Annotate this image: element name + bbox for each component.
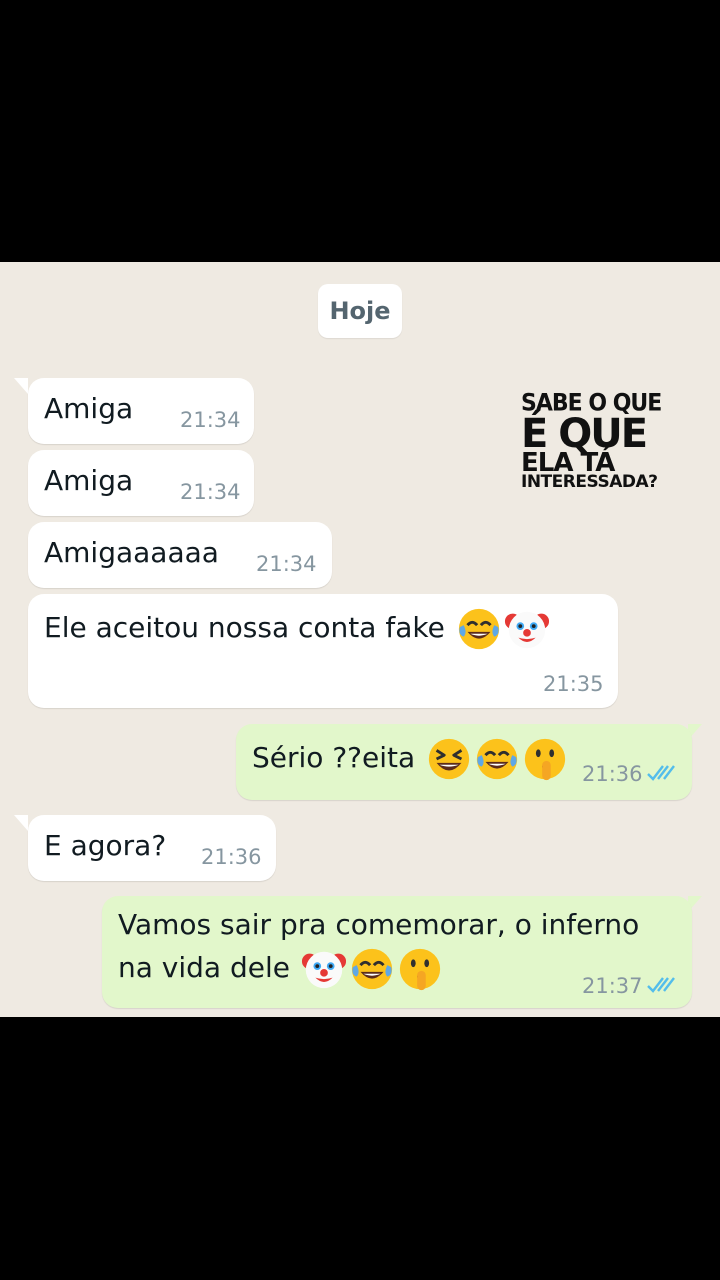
message-time: 21:37 [582, 974, 643, 998]
tears-of-joy-emoji [458, 608, 499, 650]
message-text: Amiga [44, 464, 134, 497]
message-bubble-incoming[interactable]: Amigaaaaaa 21:34 [28, 522, 332, 588]
message-time: 21:35 [543, 672, 604, 696]
tears-of-joy-emoji [351, 948, 393, 990]
message-text: na vida dele [118, 946, 443, 992]
message-bubble-outgoing[interactable]: Vamos sair pra comemorar, o inferno na v… [102, 896, 692, 1008]
message-time: 21:34 [256, 552, 317, 576]
overlay-caption: SABE O QUE É QUE ELA TÁ INTERESSADA? [521, 389, 671, 492]
message-bubble-incoming[interactable]: Amiga 21:34 [28, 378, 254, 444]
message-text-content: na vida dele [118, 951, 290, 984]
grinning-squinting-emoji [428, 738, 470, 780]
shushing-emoji [399, 948, 441, 991]
message-bubble-outgoing[interactable]: Sério ??eita 21:36 [236, 724, 692, 800]
bubble-tail [14, 815, 28, 831]
message-time: 21:36 [582, 762, 643, 786]
read-checks-icon [647, 765, 675, 781]
message-text: Sério ??eita [252, 736, 568, 782]
tears-of-joy-emoji [476, 738, 518, 780]
message-bubble-incoming[interactable]: Ele aceitou nossa conta fake 21:35 [28, 594, 618, 708]
message-text: Amiga [44, 392, 134, 425]
date-label: Hoje [329, 297, 391, 325]
overlay-line-1: SABE O QUE [521, 389, 662, 418]
message-text: Amigaaaaaa [44, 536, 219, 569]
message-time: 21:34 [180, 480, 241, 504]
clown-emoji [504, 611, 549, 649]
message-text-content: Sério ??eita [252, 741, 416, 774]
message-text-content: Ele aceitou nossa conta fake [44, 611, 445, 644]
read-checks-icon [647, 977, 675, 993]
message-time: 21:34 [180, 408, 241, 432]
date-separator: Hoje [318, 284, 402, 338]
message-text: Vamos sair pra comemorar, o inferno [118, 908, 640, 941]
message-text: E agora? [44, 829, 167, 862]
message-bubble-incoming[interactable]: E agora? 21:36 [28, 815, 276, 881]
message-time: 21:36 [201, 845, 262, 869]
bubble-tail [14, 378, 28, 394]
message-text: Ele aceitou nossa conta fake [44, 606, 550, 652]
clown-emoji [301, 951, 346, 989]
shushing-emoji [524, 738, 566, 781]
message-bubble-incoming[interactable]: Amiga 21:34 [28, 450, 254, 516]
overlay-line-4: INTERESSADA? [521, 472, 658, 492]
